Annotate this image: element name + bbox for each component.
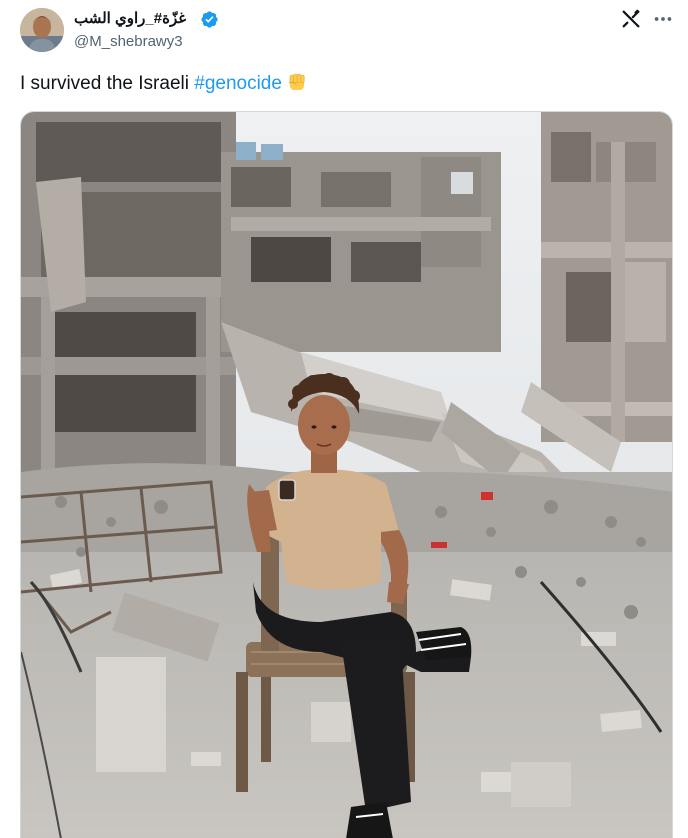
- author-display-name[interactable]: غزّة#_راوي الشب: [74, 9, 186, 27]
- grok-icon[interactable]: [620, 8, 642, 30]
- more-options-icon[interactable]: [652, 8, 674, 30]
- verified-badge-icon: [201, 11, 218, 28]
- avatar-image: [20, 8, 64, 52]
- hashtag-link[interactable]: #genocide: [194, 73, 282, 94]
- avatar[interactable]: [20, 8, 64, 52]
- author-handle[interactable]: @M_shebrawy3: [74, 33, 183, 50]
- post-text: I survived the Israeli #genocide: [20, 71, 308, 99]
- post-text-prefix: I survived the Israeli: [20, 73, 195, 94]
- raised-fist-emoji-icon: [286, 71, 308, 99]
- post-media-photo[interactable]: [20, 111, 673, 838]
- rubble-photo-image: [21, 112, 672, 838]
- post-header: غزّة#_راوي الشب @M_shebrawy3: [0, 0, 688, 62]
